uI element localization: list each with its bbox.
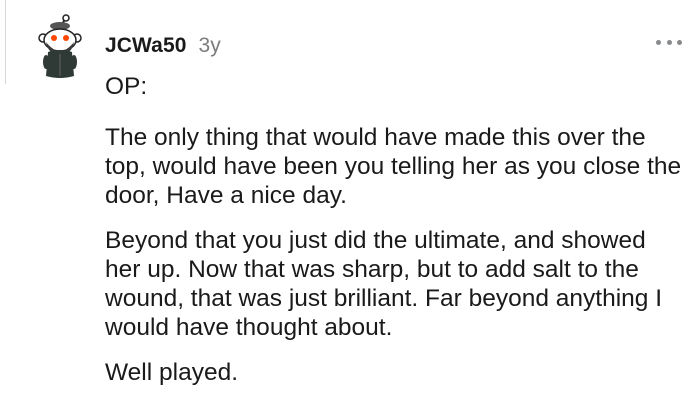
more-dot xyxy=(677,39,682,45)
comment-paragraph: Beyond that you just did the ultimate, a… xyxy=(105,227,663,341)
comment-body: OP: The only thing that would have made … xyxy=(105,72,685,403)
comment-screen: JCWa50 3y OP: The only thing that would … xyxy=(0,0,700,419)
comment-paragraph: OP: xyxy=(105,73,148,100)
username-link[interactable]: JCWa50 xyxy=(105,34,187,58)
avatar-graphic xyxy=(38,14,82,78)
more-dot xyxy=(656,39,661,45)
thread-line[interactable] xyxy=(5,0,6,84)
comment-header: JCWa50 3y xyxy=(105,33,221,59)
comment-paragraph: Well played. xyxy=(105,359,239,386)
comment-paragraph: The only thing that would have made this… xyxy=(105,124,682,209)
comment-age: 3y xyxy=(198,34,221,57)
more-horizontal-icon[interactable] xyxy=(656,32,682,52)
more-dot xyxy=(666,39,672,45)
snoo-avatar-icon[interactable] xyxy=(34,14,86,80)
